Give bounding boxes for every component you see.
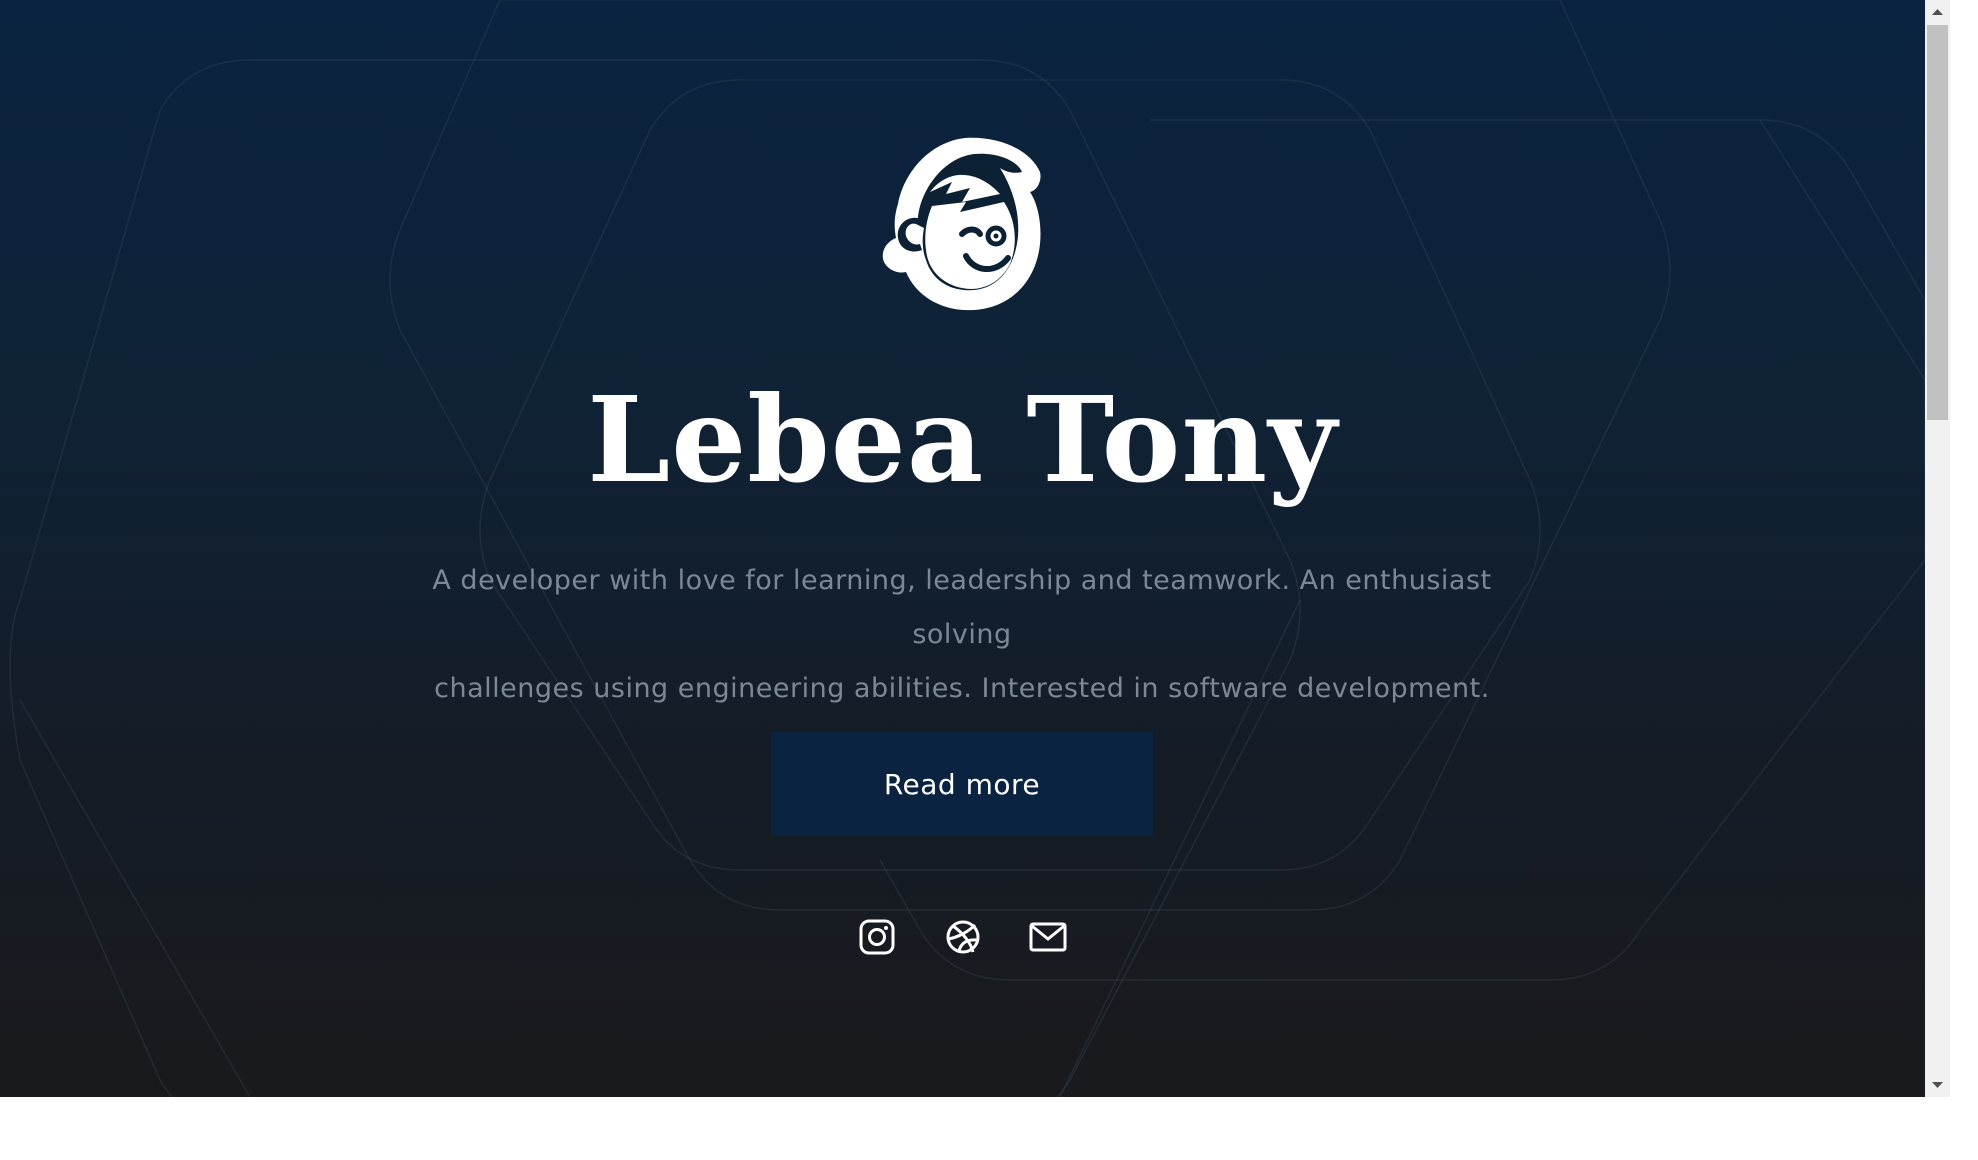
scroll-up-arrow-icon[interactable]	[1925, 0, 1950, 25]
vertical-scrollbar[interactable]	[1925, 0, 1950, 1097]
page-title: Lebea Tony	[587, 370, 1338, 509]
dribbble-icon	[946, 920, 980, 954]
social-links	[855, 915, 1070, 965]
tagline-line-1: A developer with love for learning, lead…	[432, 565, 1492, 650]
hero-section: Lebea Tony A developer with love for lea…	[0, 0, 1925, 1097]
read-more-button[interactable]: Read more	[771, 732, 1153, 836]
mail-link[interactable]	[1026, 915, 1070, 959]
winking-boy-face-icon[interactable]	[870, 132, 1052, 314]
mail-icon	[1029, 922, 1067, 952]
tagline-line-2: challenges using engineering abilities. …	[434, 673, 1490, 704]
scrollbar-thumb[interactable]	[1927, 25, 1948, 420]
instagram-link[interactable]	[855, 915, 899, 959]
dribbble-link[interactable]	[941, 915, 985, 959]
instagram-icon	[859, 919, 895, 955]
scroll-down-arrow-icon[interactable]	[1925, 1072, 1950, 1097]
tagline: A developer with love for learning, lead…	[412, 554, 1512, 716]
page-viewport: Lebea Tony A developer with love for lea…	[0, 0, 1925, 1097]
